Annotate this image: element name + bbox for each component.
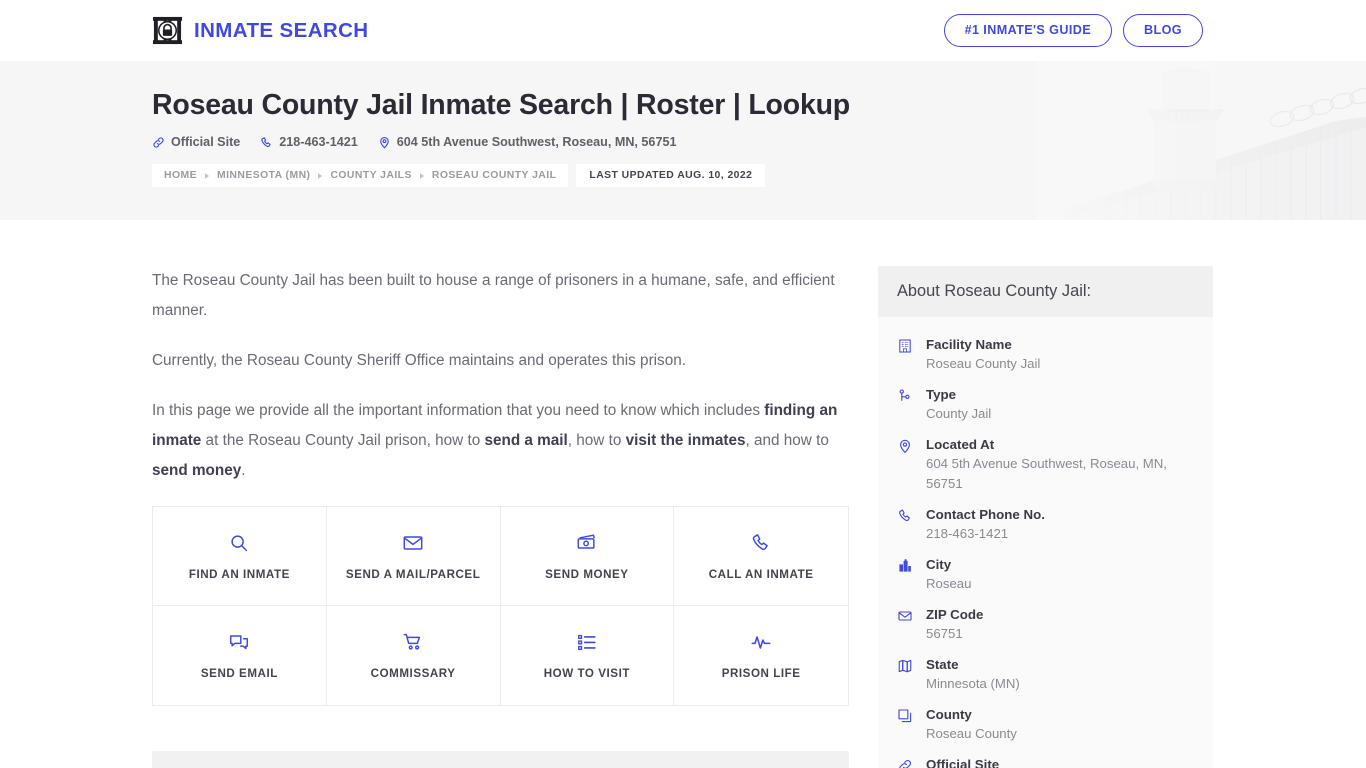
field-label: City (926, 557, 952, 572)
hero-section: Roseau County Jail Inmate Search | Roste… (0, 61, 1366, 220)
action-label: SEND A MAIL/PARCEL (345, 567, 481, 581)
hero-phone-link[interactable]: 218-463-1421 (260, 135, 358, 150)
action-how-to-visit[interactable]: HOW TO VISIT (501, 606, 675, 705)
breadcrumb: HOME MINNESOTA (MN) COUNTY JAILS ROSEAU … (152, 164, 766, 188)
breadcrumb-item-current: ROSEAU COUNTY JAIL (431, 170, 557, 182)
action-find-an-inmate[interactable]: FIND AN INMATE (153, 507, 327, 606)
map-pin-icon (378, 136, 391, 149)
link-icon (152, 136, 165, 149)
city-icon (897, 555, 914, 574)
chevron-right-icon (318, 172, 323, 179)
field-label: Type (926, 387, 957, 402)
intro-paragraph-3: In this page we provide all the importan… (152, 402, 838, 479)
blog-button[interactable]: BLOG (1123, 14, 1203, 47)
action-label: COMMISSARY (370, 667, 456, 680)
action-commissary[interactable]: COMMISSARY (327, 606, 501, 705)
official-site-row[interactable]: Official Site (897, 749, 1194, 768)
phone-icon (897, 505, 914, 524)
brand-title: INMATE SEARCH (194, 18, 369, 42)
zip-code-row: ZIP Code 56751 (897, 599, 1194, 649)
map-pin-icon (897, 435, 914, 454)
action-send-a-mail-parcel[interactable]: SEND A MAIL/PARCEL (326, 507, 501, 606)
intro-paragraph-1: The Roseau County Jail has been built to… (152, 272, 835, 319)
about-facility-list: Facility Name Roseau County Jail Type Co… (878, 317, 1213, 768)
field-label: Located At (926, 437, 995, 452)
last-updated-badge: LAST UPDATED AUG. 10, 2022 (576, 164, 766, 188)
hero-meta-row: Official Site 218-463-1421 604 5th Avenu… (152, 135, 1366, 149)
official-site-label: Official Site (171, 135, 241, 150)
banknote-icon (576, 532, 598, 554)
hero-address: 604 5th Avenue Southwest, Roseau, MN, 56… (378, 135, 677, 150)
list-icon (576, 631, 598, 653)
field-label: County (926, 707, 972, 722)
field-label: State (926, 657, 959, 672)
chevron-right-icon (419, 172, 424, 179)
pulse-icon (750, 631, 772, 653)
field-label: Contact Phone No. (926, 507, 1045, 522)
facility-name-row: Facility Name Roseau County Jail (897, 329, 1194, 379)
action-label: SEND EMAIL (200, 667, 278, 680)
field-label: Official Site (926, 757, 1000, 768)
envelope-icon (897, 605, 914, 624)
state-row: State Minnesota (MN) (897, 649, 1194, 699)
action-label: HOW TO VISIT (543, 667, 630, 680)
nav-action-group: #1 INMATE'S GUIDE BLOG (943, 14, 1203, 47)
top-navigation-bar: INMATE SEARCH #1 INMATE'S GUIDE BLOG (0, 0, 1366, 61)
sidebar-column: About Roseau County Jail: Facility Name … (878, 266, 1213, 768)
field-label: Facility Name (926, 337, 1012, 352)
contact-phone-row: Contact Phone No. 218-463-1421 (897, 499, 1194, 549)
page-layout: The Roseau County Jail has been built to… (0, 220, 1366, 768)
field-value: 604 5th Avenue Southwest, Roseau, MN, 56… (926, 456, 1167, 491)
county-row: County Roseau County (897, 699, 1194, 749)
action-label: PRISON LIFE (721, 667, 801, 680)
breadcrumb-item-county-jails[interactable]: COUNTY JAILS (330, 170, 411, 181)
field-value: County Jail (926, 406, 992, 421)
intro-paragraph-2: Currently, the Roseau County Sheriff Off… (152, 352, 686, 369)
breadcrumb-item-home[interactable]: HOME (164, 170, 197, 181)
copy-icon (897, 705, 914, 724)
action-prison-life[interactable]: PRISON LIFE (674, 606, 848, 705)
field-value: Roseau (926, 576, 972, 591)
breadcrumb-item-minnesota[interactable]: MINNESOTA (MN) (217, 170, 310, 181)
hero-address-label: 604 5th Avenue Southwest, Roseau, MN, 56… (396, 135, 677, 150)
about-facility-heading: About Roseau County Jail: (878, 266, 1213, 317)
official-site-link[interactable]: Official Site (152, 135, 240, 149)
field-value: 218-463-1421 (926, 526, 1009, 541)
envelope-icon (402, 532, 424, 554)
chat-icon (228, 631, 250, 653)
type-row: Type County Jail (897, 379, 1194, 429)
inmates-guide-button[interactable]: #1 INMATE'S GUIDE (943, 14, 1113, 47)
lower-content-panel (152, 751, 849, 768)
action-send-email[interactable]: SEND EMAIL (153, 606, 327, 705)
page-title: Roseau County Jail Inmate Search | Roste… (152, 89, 851, 121)
about-facility-card: About Roseau County Jail: Facility Name … (878, 266, 1213, 768)
action-label: SEND MONEY (545, 567, 629, 581)
located-at-row: Located At 604 5th Avenue Southwest, Ros… (897, 429, 1194, 499)
building-icon (897, 335, 914, 354)
jail-lock-icon (152, 15, 183, 46)
breadcrumb-list: HOME MINNESOTA (MN) COUNTY JAILS ROSEAU … (152, 164, 569, 188)
field-value: Roseau County (926, 726, 1017, 741)
link-icon (897, 755, 914, 768)
main-content-column: The Roseau County Jail has been built to… (152, 266, 849, 768)
action-label: CALL AN INMATE (708, 567, 814, 581)
branch-icon (897, 385, 914, 404)
cart-icon (402, 631, 424, 653)
action-send-money[interactable]: SEND MONEY (500, 507, 675, 606)
chevron-right-icon (204, 172, 209, 179)
city-row: City Roseau (897, 549, 1194, 599)
action-label: FIND AN INMATE (188, 567, 290, 581)
field-value: Minnesota (MN) (926, 676, 1020, 691)
field-value: 56751 (926, 626, 963, 641)
phone-icon (260, 136, 273, 149)
search-icon (228, 532, 250, 554)
action-call-an-inmate[interactable]: CALL AN INMATE (674, 507, 848, 606)
map-icon (897, 655, 914, 674)
phone-icon (750, 532, 772, 554)
hero-phone-label: 218-463-1421 (279, 135, 358, 150)
quick-action-grid: FIND AN INMATE SEND A MAIL/PARCEL SEND M… (152, 506, 849, 706)
field-value: Roseau County Jail (926, 356, 1041, 371)
brand-logo-link[interactable]: INMATE SEARCH (152, 15, 369, 46)
field-label: ZIP Code (926, 607, 984, 622)
